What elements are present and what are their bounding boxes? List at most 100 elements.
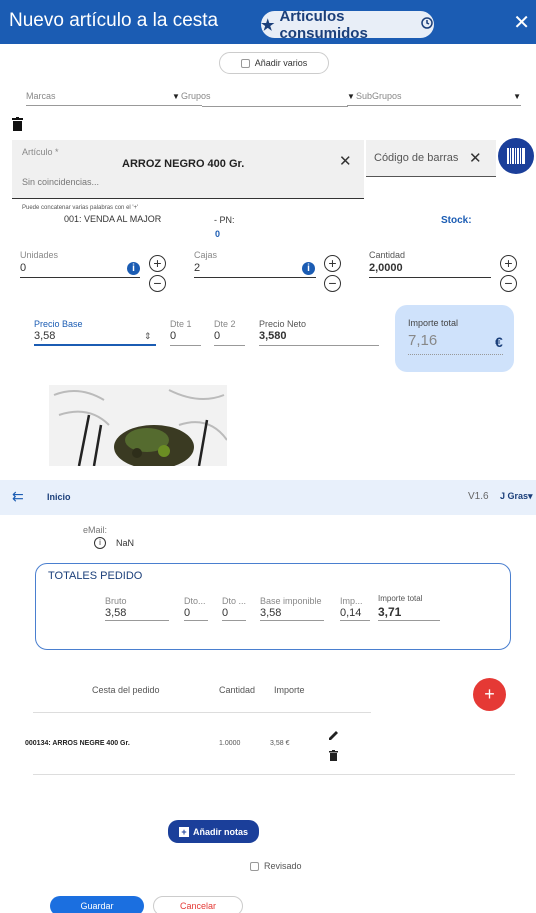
dialog-titlebar: Nuevo artículo a la cesta ★ Articulos co…	[0, 0, 536, 44]
dte2-label: Dte 2	[214, 319, 236, 329]
add-multiple-label: Añadir varios	[254, 58, 308, 68]
units-plus-icon[interactable]: +	[149, 255, 166, 272]
quantity-minus-icon[interactable]: −	[500, 275, 517, 292]
caret-down-icon: ▾	[528, 491, 533, 501]
dte1-input[interactable]: 0	[170, 329, 201, 346]
dte2-input[interactable]: 0	[214, 329, 245, 346]
pencil-icon[interactable]	[328, 728, 339, 746]
trash-icon[interactable]	[12, 117, 23, 136]
order-total-value: 3,71	[378, 605, 440, 621]
base-price-label: Precio Base	[34, 319, 83, 329]
stepper-icon[interactable]: ⇕	[144, 331, 152, 342]
note-add-icon: +	[178, 826, 189, 837]
col-header-item: Cesta del pedido	[92, 685, 160, 695]
product-image	[49, 385, 227, 466]
pn-label: - PN:	[214, 215, 235, 225]
reviewed-checkbox[interactable]	[250, 861, 259, 871]
concat-hint: Puede concatenar varias palabras con el …	[22, 205, 139, 211]
order-total-label: Importe total	[378, 594, 423, 603]
reviewed-label: Revisado	[264, 861, 302, 871]
row-qty: 1.0000	[219, 740, 241, 747]
units-input[interactable]: 0	[20, 260, 140, 278]
chevron-down-icon: ▼	[347, 92, 355, 101]
save-button[interactable]: Guardar	[50, 896, 144, 913]
warehouse-text: 001: VENDA AL MAJOR	[64, 214, 162, 224]
totals-title: TOTALES PEDIDO	[48, 570, 143, 582]
barcode-scan-button[interactable]	[498, 138, 534, 174]
taxable-base-label: Base imponible	[260, 596, 322, 606]
units-info-icon[interactable]: i	[127, 262, 140, 275]
subgroups-select[interactable]: ▼ SubGrupos ▼	[347, 88, 521, 106]
subgroups-select-label: SubGrupos	[356, 91, 402, 101]
brands-select-label: Marcas	[26, 91, 56, 101]
net-price-value: 3,580	[259, 329, 379, 346]
col-header-qty: Cantidad	[219, 685, 256, 695]
version-text: V1.6	[468, 491, 489, 502]
groups-select[interactable]: ▼ Grupos	[172, 88, 348, 106]
boxes-minus-icon[interactable]: −	[324, 275, 341, 292]
total-amount-box: Importe total 7,16 €	[395, 305, 514, 372]
trash-icon[interactable]	[329, 748, 338, 766]
app-bar: ⇇ Inicio V1.6 J Gras▾	[0, 480, 536, 515]
article-search-field[interactable]: Artículo * ARROZ NEGRO 400 Gr. ✕ Sin coi…	[12, 140, 364, 199]
tax-value: 0,14	[340, 607, 370, 621]
star-icon: ★	[261, 16, 275, 34]
total-amount-underline	[408, 354, 503, 355]
boxes-plus-icon[interactable]: +	[324, 255, 341, 272]
reviewed-toggle[interactable]: Revisado	[250, 861, 302, 871]
article-label: Artículo *	[22, 147, 59, 157]
row-amount: 3,58 €	[270, 740, 290, 747]
user-menu[interactable]: J Gras▾	[500, 491, 533, 502]
boxes-input[interactable]: 2	[194, 260, 316, 278]
row-item: 000134: ARROS NEGRE 400 Gr.	[25, 740, 130, 747]
clear-article-icon[interactable]: ✕	[339, 152, 352, 170]
barcode-icon	[507, 148, 525, 164]
net-price-label: Precio Neto	[259, 319, 307, 329]
chevron-down-icon: ▼	[172, 92, 180, 101]
consumed-articles-button[interactable]: ★ Articulos consumidos	[261, 8, 434, 42]
gross-value: 3,58	[105, 607, 169, 621]
email-label: eMail:	[83, 525, 108, 535]
add-item-fab[interactable]: +	[473, 678, 506, 711]
groups-select-label: Grupos	[181, 91, 211, 101]
barcode-placeholder: Código de barras	[374, 152, 459, 164]
back-arrow-icon[interactable]: ⇇	[12, 488, 24, 505]
order-totals-card: TOTALES PEDIDO Bruto 3,58 Dto... 0 Dto .…	[35, 563, 511, 650]
barcode-field[interactable]: Código de barras ✕	[366, 140, 496, 177]
total-amount-value: 7,16	[408, 332, 438, 349]
new-article-dialog: Nuevo artículo a la cesta ★ Articulos co…	[0, 0, 536, 466]
col-header-amount: Importe	[274, 685, 305, 695]
discount1-value: 0	[184, 607, 208, 621]
tax-label: Imp...	[340, 596, 363, 606]
home-link[interactable]: Inicio	[47, 492, 71, 502]
groups-underline	[202, 106, 348, 107]
add-multiple-toggle[interactable]: Añadir varios	[219, 52, 329, 74]
taxable-base-value: 3,58	[260, 607, 324, 621]
user-name: J Gras	[500, 491, 529, 501]
row-divider	[33, 774, 515, 775]
base-price-input[interactable]: 3,58	[34, 329, 156, 346]
add-notes-button[interactable]: + Añadir notas	[168, 820, 259, 843]
discount1-label: Dto...	[184, 596, 206, 606]
total-amount-label: Importe total	[408, 318, 459, 328]
discount2-value: 0	[222, 607, 246, 621]
units-minus-icon[interactable]: −	[149, 275, 166, 292]
dte1-label: Dte 1	[170, 319, 192, 329]
clear-barcode-icon[interactable]: ✕	[469, 149, 482, 167]
discount2-label: Dto ...	[222, 596, 247, 606]
gross-label: Bruto	[105, 596, 127, 606]
dialog-title: Nuevo artículo a la cesta	[9, 10, 219, 31]
close-icon[interactable]: ✕	[513, 10, 530, 35]
table-header-divider	[33, 712, 371, 713]
table-row[interactable]: 000134: ARROS NEGRE 400 Gr. 1.0000 3,58 …	[25, 740, 515, 776]
boxes-info-icon[interactable]: i	[302, 262, 315, 275]
quantity-plus-icon[interactable]: +	[500, 255, 517, 272]
quantity-input[interactable]: 2,0000	[369, 260, 491, 278]
cancel-button[interactable]: Cancelar	[153, 896, 243, 913]
add-multiple-checkbox[interactable]	[240, 58, 250, 68]
pn-value: 0	[215, 229, 221, 239]
order-page: ⇇ Inicio V1.6 J Gras▾ eMail: i NaN TOTAL…	[0, 480, 536, 913]
no-match-text: Sin coincidencias...	[22, 177, 100, 187]
boxes-label: Cajas	[194, 250, 218, 260]
quantity-label: Cantidad	[369, 250, 406, 260]
